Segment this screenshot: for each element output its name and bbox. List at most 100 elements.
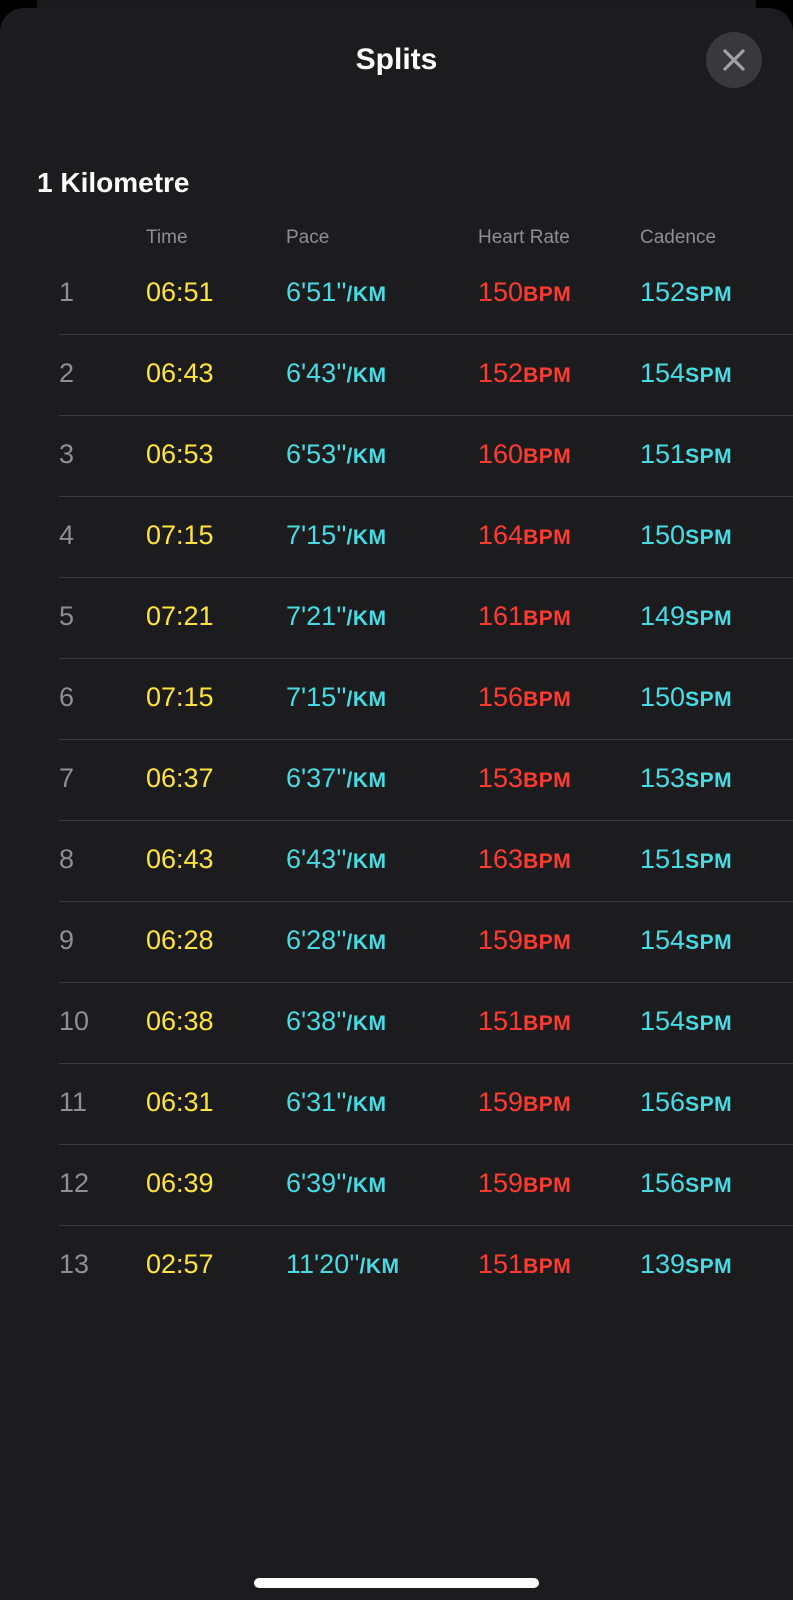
split-pace: 7'21''/KM [286, 599, 387, 636]
cadence-value: 156 [640, 1087, 686, 1117]
heart-rate-value: 151 [478, 1006, 524, 1036]
split-cadence: 150SPM [640, 518, 732, 555]
pace-value: 6'38'' [286, 1006, 347, 1036]
pace-value: 6'31'' [286, 1087, 347, 1117]
heart-rate-unit: BPM [523, 850, 572, 873]
cadence-value: 150 [640, 520, 686, 550]
pace-unit: /KM [346, 526, 387, 549]
close-button[interactable] [706, 32, 762, 88]
column-header-heart-rate: Heart Rate [478, 227, 570, 248]
heart-rate-unit: BPM [523, 1255, 572, 1278]
split-cadence: 156SPM [640, 1085, 732, 1122]
heart-rate-value: 159 [478, 925, 524, 955]
split-index: 7 [59, 763, 75, 793]
page-title: Splits [355, 43, 438, 76]
split-cadence: 156SPM [640, 1166, 732, 1203]
split-row: 8 06:43 6'43''/KM 163BPM 151SPM [0, 821, 793, 902]
split-pace: 6'43''/KM [286, 842, 387, 879]
split-time: 07:21 [146, 601, 214, 631]
pace-unit: /KM [346, 364, 387, 387]
cadence-value: 151 [640, 844, 686, 874]
heart-rate-value: 152 [478, 358, 524, 388]
split-pace: 6'31''/KM [286, 1085, 387, 1122]
split-pace: 6'28''/KM [286, 923, 387, 960]
split-index: 13 [59, 1249, 90, 1279]
pace-value: 6'43'' [286, 358, 347, 388]
heart-rate-unit: BPM [523, 931, 572, 954]
heart-rate-value: 164 [478, 520, 524, 550]
split-heart-rate: 163BPM [478, 842, 571, 879]
split-cadence: 151SPM [640, 842, 732, 879]
cadence-unit: SPM [685, 526, 733, 549]
split-time: 07:15 [146, 682, 214, 712]
pace-value: 6'39'' [286, 1168, 347, 1198]
split-cadence: 154SPM [640, 356, 732, 393]
split-row: 6 07:15 7'15''/KM 156BPM 150SPM [0, 659, 793, 740]
column-header-time: Time [146, 227, 188, 248]
heart-rate-value: 161 [478, 601, 524, 631]
split-row: 5 07:21 7'21''/KM 161BPM 149SPM [0, 578, 793, 659]
section-title: 1 Kilometre [37, 167, 190, 198]
split-cadence: 149SPM [640, 599, 732, 636]
split-pace: 11'20''/KM [286, 1247, 400, 1284]
split-time: 06:39 [146, 1168, 214, 1198]
split-pace: 7'15''/KM [286, 680, 387, 717]
heart-rate-unit: BPM [523, 688, 572, 711]
split-heart-rate: 161BPM [478, 599, 571, 636]
pace-value: 6'28'' [286, 925, 347, 955]
split-index: 1 [59, 277, 75, 307]
heart-rate-unit: BPM [523, 445, 572, 468]
split-index: 3 [59, 439, 75, 469]
heart-rate-value: 160 [478, 439, 524, 469]
cadence-unit: SPM [685, 283, 733, 306]
pace-unit: /KM [346, 283, 387, 306]
home-indicator[interactable] [254, 1578, 539, 1588]
pace-unit: /KM [346, 850, 387, 873]
pace-unit: /KM [346, 1093, 387, 1116]
heart-rate-value: 163 [478, 844, 524, 874]
pace-value: 7'21'' [286, 601, 347, 631]
heart-rate-unit: BPM [523, 526, 572, 549]
split-index: 9 [59, 925, 75, 955]
heart-rate-value: 159 [478, 1168, 524, 1198]
split-time: 06:38 [146, 1006, 214, 1036]
column-header-cadence: Cadence [640, 227, 717, 248]
split-pace: 7'15''/KM [286, 518, 387, 555]
cadence-unit: SPM [685, 931, 733, 954]
column-headers: Time Pace Heart Rate Cadence [0, 220, 793, 254]
split-cadence: 154SPM [640, 923, 732, 960]
split-row: 3 06:53 6'53''/KM 160BPM 151SPM [0, 416, 793, 497]
split-cadence: 154SPM [640, 1004, 732, 1041]
split-row: 7 06:37 6'37''/KM 153BPM 153SPM [0, 740, 793, 821]
split-row: 2 06:43 6'43''/KM 152BPM 154SPM [0, 335, 793, 416]
pace-value: 6'43'' [286, 844, 347, 874]
heart-rate-unit: BPM [523, 769, 572, 792]
pace-value: 6'37'' [286, 763, 347, 793]
cadence-value: 139 [640, 1249, 686, 1279]
splits-table: Time Pace Heart Rate Cadence 1 06:51 6'5… [0, 220, 793, 1307]
split-heart-rate: 156BPM [478, 680, 571, 717]
cadence-value: 154 [640, 358, 686, 388]
split-pace: 6'53''/KM [286, 437, 387, 474]
cadence-unit: SPM [685, 607, 733, 630]
split-index: 8 [59, 844, 75, 874]
splits-sheet: Splits 1 Kilometre Time Pace Heart Rate … [0, 8, 793, 1600]
split-heart-rate: 151BPM [478, 1004, 571, 1041]
split-index: 4 [59, 520, 75, 550]
split-heart-rate: 160BPM [478, 437, 571, 474]
cadence-unit: SPM [685, 1012, 733, 1035]
split-heart-rate: 150BPM [478, 275, 571, 312]
pace-unit: /KM [346, 1012, 387, 1035]
split-cadence: 151SPM [640, 437, 732, 474]
split-heart-rate: 159BPM [478, 1166, 571, 1203]
cadence-unit: SPM [685, 850, 733, 873]
split-row: 12 06:39 6'39''/KM 159BPM 156SPM [0, 1145, 793, 1226]
split-row: 1 06:51 6'51''/KM 150BPM 152SPM [0, 254, 793, 335]
pace-value: 7'15'' [286, 682, 347, 712]
split-row: 11 06:31 6'31''/KM 159BPM 156SPM [0, 1064, 793, 1145]
heart-rate-unit: BPM [523, 1093, 572, 1116]
split-time: 06:31 [146, 1087, 214, 1117]
split-pace: 6'38''/KM [286, 1004, 387, 1041]
cadence-unit: SPM [685, 364, 733, 387]
cadence-value: 152 [640, 277, 686, 307]
